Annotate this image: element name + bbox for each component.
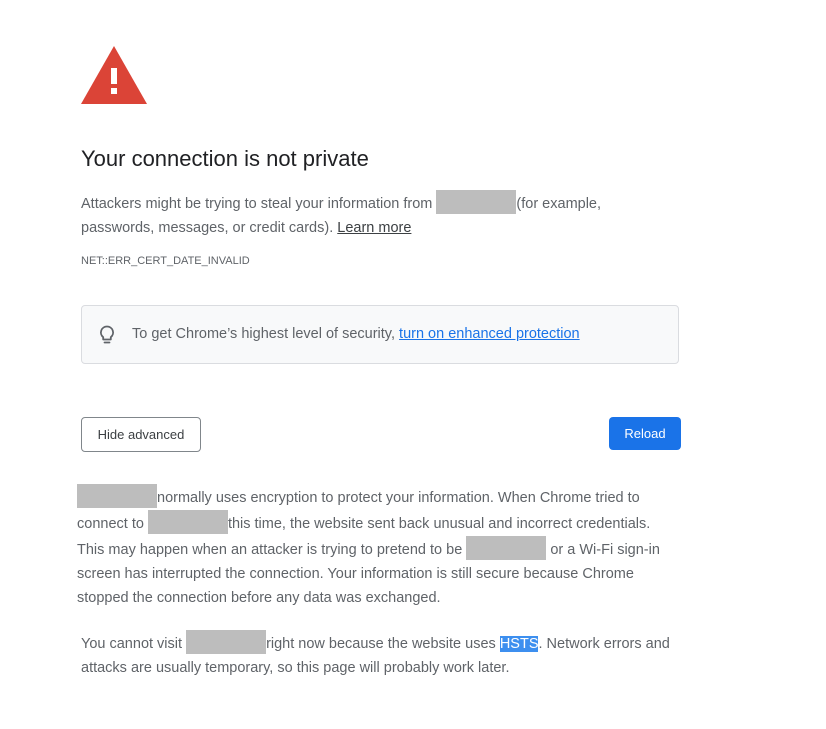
redacted-site-name — [77, 484, 157, 508]
hsts-selected-text: HSTS — [499, 636, 539, 652]
redacted-site-name — [466, 536, 547, 560]
redacted-site-name — [186, 630, 267, 654]
enhanced-protection-text: To get Chrome’s highest level of securit… — [132, 326, 400, 342]
reload-button[interactable]: Reload — [609, 417, 681, 450]
intro-text: Attackers might be trying to steal your … — [81, 196, 437, 212]
details-paragraph-encryption: normally uses encryption to protect your… — [77, 484, 681, 610]
enhanced-protection-link[interactable]: turn on enhanced protection — [399, 326, 580, 342]
learn-more-link[interactable]: Learn more — [337, 220, 411, 236]
warning-triangle-icon — [81, 46, 147, 104]
details-text: right now because the website uses — [266, 636, 500, 652]
page-title: Your connection is not private — [81, 146, 369, 171]
hide-advanced-button[interactable]: Hide advanced — [81, 417, 201, 452]
intro-paragraph: Attackers might be trying to steal your … — [81, 190, 641, 240]
error-code: NET::ERR_CERT_DATE_INVALID — [81, 255, 250, 267]
redacted-site-name — [436, 190, 517, 214]
details-text: You cannot visit — [81, 636, 187, 652]
redacted-site-name — [147, 510, 228, 534]
lightbulb-icon — [100, 325, 114, 344]
details-paragraph-hsts: You cannot visit right now because the w… — [81, 630, 681, 680]
enhanced-protection-promo: To get Chrome’s highest level of securit… — [81, 305, 679, 364]
enhanced-protection-message: To get Chrome’s highest level of securit… — [132, 326, 580, 342]
advanced-details: normally uses encryption to protect your… — [77, 484, 681, 700]
